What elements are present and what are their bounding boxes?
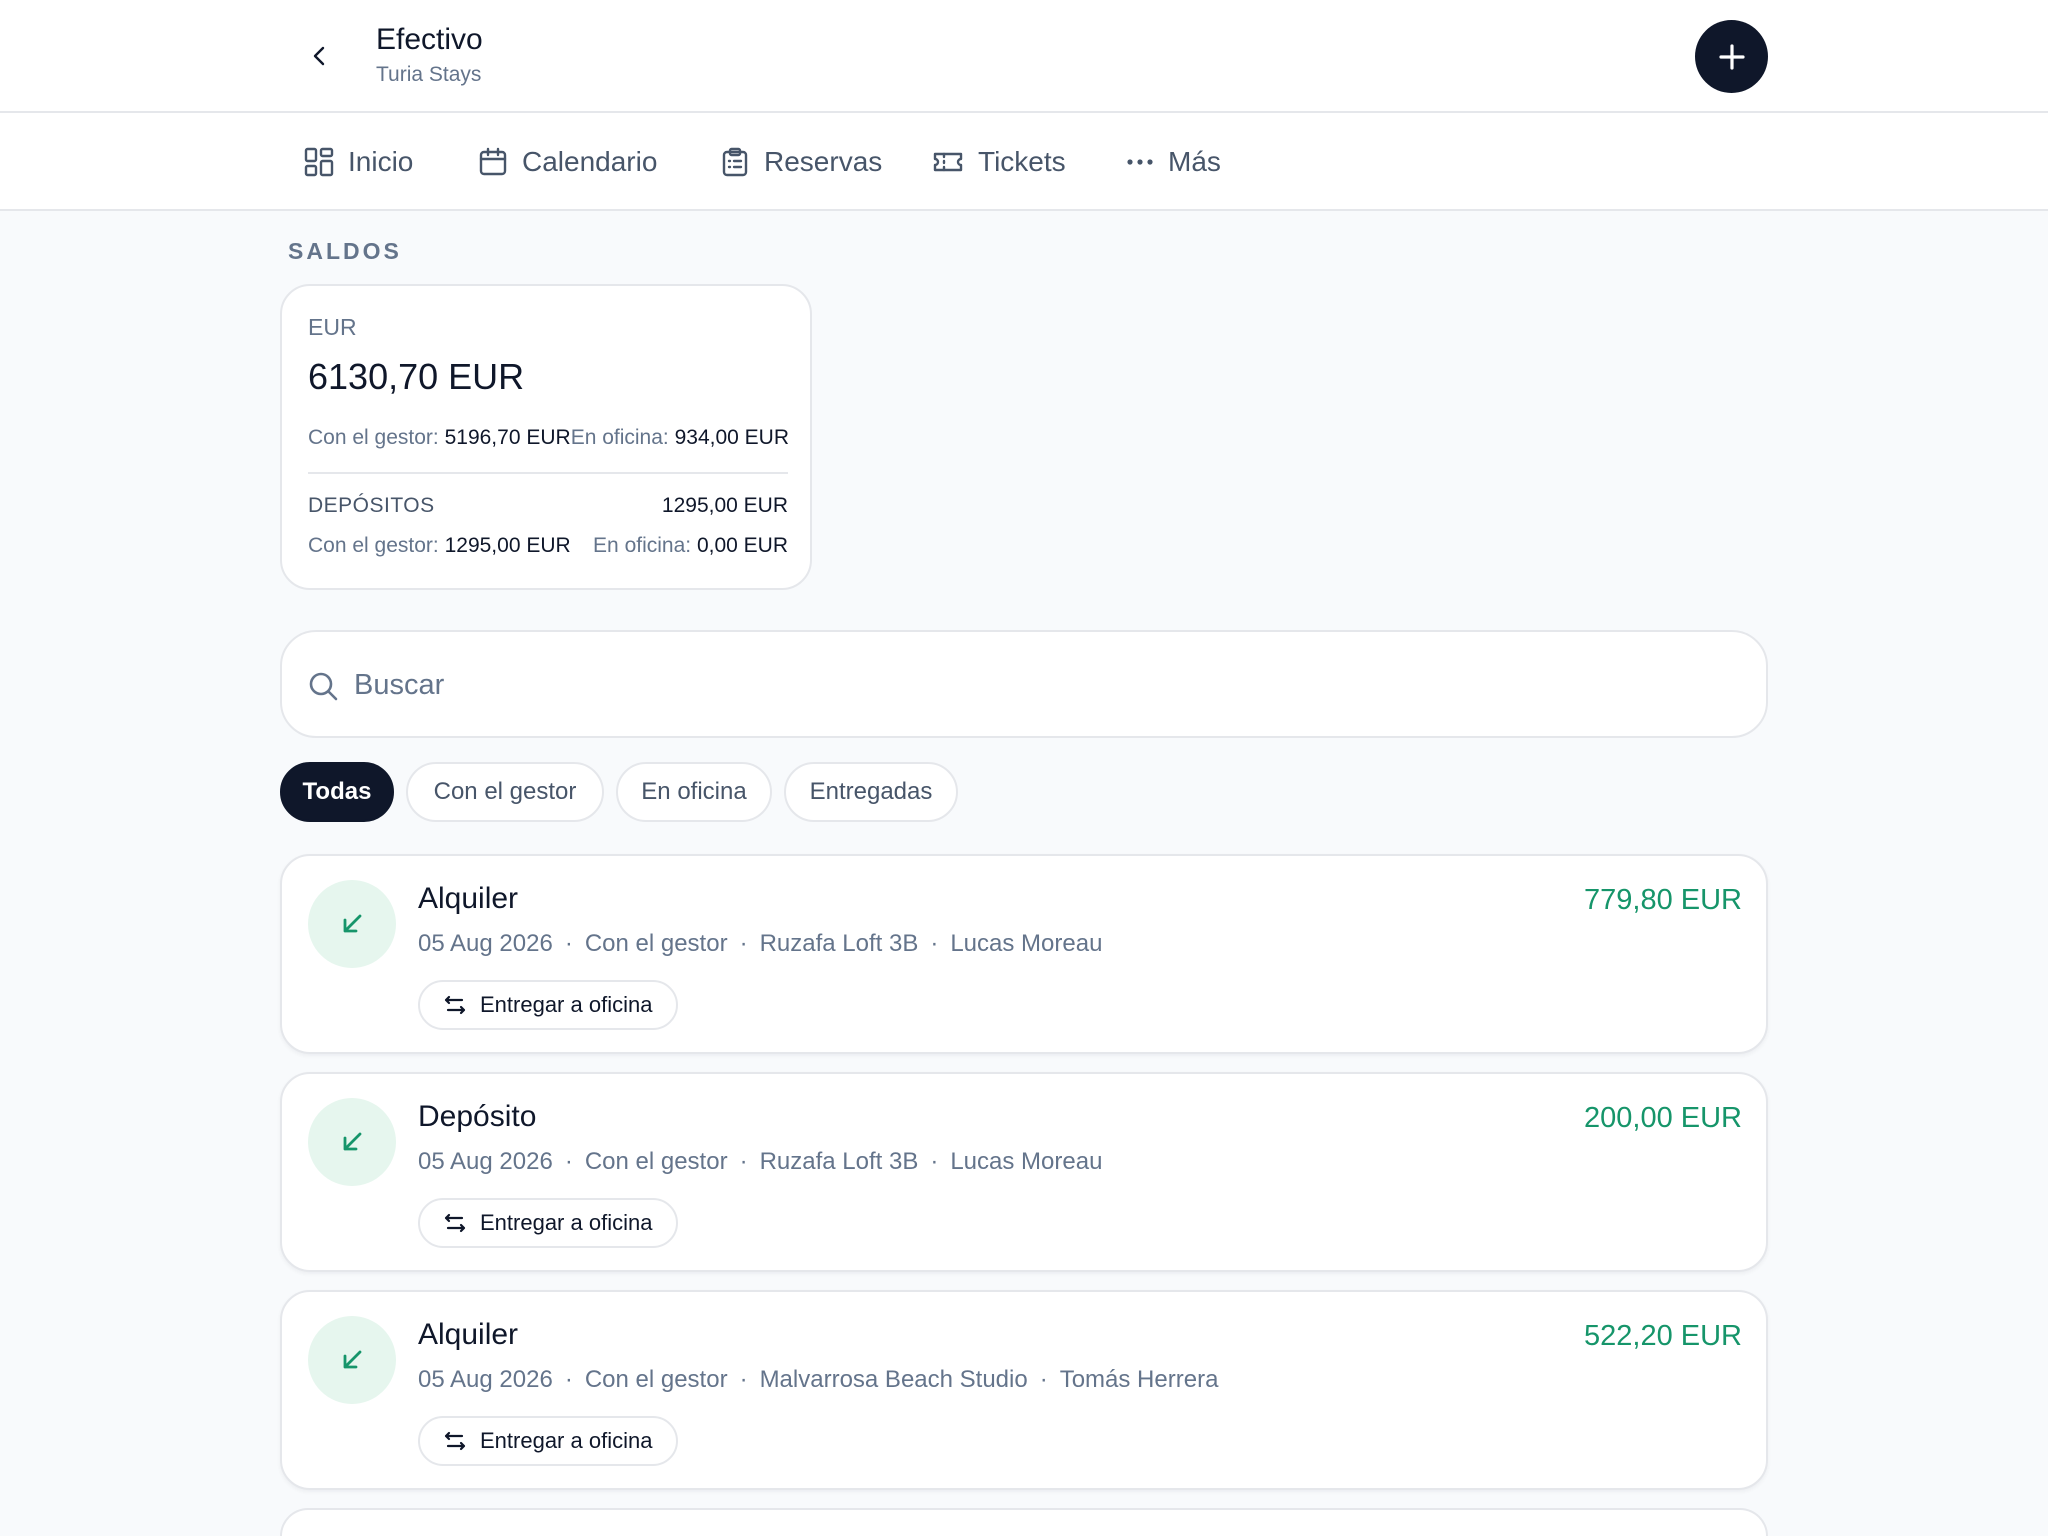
grid-icon [304,147,334,177]
deliver-to-office-button[interactable]: Entregar a oficina [418,980,679,1030]
nav-item-mas[interactable]: Más [1126,139,1221,185]
filter-chip-en-oficina[interactable]: En oficina [616,762,772,822]
transaction-amount: 200,00 EUR [1584,1102,1742,1134]
transaction-card[interactable]: Alquiler 05 Aug 2026 · Con el gestor · Malva… [280,1290,1768,1490]
more-icon [1127,159,1153,165]
balance-total: 6130,70 EUR [308,356,525,397]
deposits-manager: Con el gestor: 1295,00 EUR [308,534,571,557]
deposits-office: En oficina: 0,00 EUR [593,534,788,557]
transaction-title: Alquiler [418,1318,519,1351]
transaction-card[interactable]: Alquiler 05 Aug 2026 · Con el gestor · Ruzaf… [280,854,1768,1054]
nav-item-label: Más [1168,146,1221,177]
deliver-to-office-button[interactable]: Entregar a oficina [418,1198,679,1248]
incoming-arrow-icon [308,1098,396,1186]
search-bar [280,630,1768,738]
swap-icon [444,1431,466,1451]
balance-card: EUR 6130,70 EUR Con el gestor: 5196,70 E… [280,284,812,590]
balance-currency: EUR [308,314,357,340]
page-title: Efectivo [376,23,483,56]
office-balance: En oficina: 934,00 EUR [570,426,789,449]
incoming-arrow-icon [308,1316,396,1404]
search-icon [309,672,338,701]
filter-chip-entregadas[interactable]: Entregadas [784,762,958,822]
balance-breakdown: Con el gestor: 5196,70 EUR En oficina: 9… [308,426,789,450]
nav-item-inicio[interactable]: Inicio [304,139,413,185]
ticket-icon [933,152,963,172]
deposits-row: DEPÓSITOS 1295,00 EUR [308,494,788,518]
transaction-title: Alquiler [418,882,519,915]
add-button[interactable] [1695,20,1768,93]
transaction-meta: 05 Aug 2026 · Con el gestor · Malvarrosa Bea… [418,1366,1219,1393]
nav-item-label: Reservas [764,146,883,177]
page-subtitle: Turia Stays [376,63,482,86]
chevron-left-icon [313,46,325,66]
transaction-card[interactable] [280,1508,1768,1536]
deposits-label: DEPÓSITOS [308,494,435,517]
plus-icon [1718,43,1745,70]
incoming-arrow-icon [308,880,396,968]
clipboard-icon [722,147,748,177]
filter-chip-con-el-gestor[interactable]: Con el gestor [406,762,604,822]
deliver-to-office-button[interactable]: Entregar a oficina [418,1416,679,1466]
nav-item-label: Inicio [348,146,414,177]
section-label-saldos: SALDOS [288,238,402,264]
search-input[interactable] [354,656,1734,714]
nav-item-label: Calendario [522,146,658,177]
transaction-title: Depósito [418,1100,537,1133]
nav-item-label: Tickets [978,146,1066,177]
divider [308,472,788,474]
page-title-block: Efectivo Turia Stays [376,20,483,90]
app-header: Efectivo Turia Stays [0,0,2048,113]
nav-item-reservas[interactable]: Reservas [720,139,882,185]
transaction-meta: 05 Aug 2026 · Con el gestor · Ruzafa Loft 3B… [418,930,1103,957]
transaction-meta: 05 Aug 2026 · Con el gestor · Ruzafa Loft 3B… [418,1148,1103,1175]
filter-chip-todas[interactable]: Todas [280,762,394,822]
calendar-icon [479,147,507,176]
deposits-total: 1295,00 EUR [661,494,788,517]
main-nav: Inicio Calendario Reservas Tickets Más [0,113,2048,211]
transaction-amount: 522,20 EUR [1584,1320,1742,1352]
deposits-breakdown: Con el gestor: 1295,00 EUR En oficina: 0… [308,534,788,558]
transaction-amount: 779,80 EUR [1584,884,1742,916]
nav-item-tickets[interactable]: Tickets [932,139,1066,185]
swap-icon [444,995,466,1015]
swap-icon [444,1213,466,1233]
manager-balance: Con el gestor: 5196,70 EUR [308,426,571,449]
back-button[interactable] [300,36,340,76]
transaction-card[interactable]: Depósito 05 Aug 2026 · Con el gestor · Ruzaf… [280,1072,1768,1272]
nav-item-calendario[interactable]: Calendario [478,139,657,185]
